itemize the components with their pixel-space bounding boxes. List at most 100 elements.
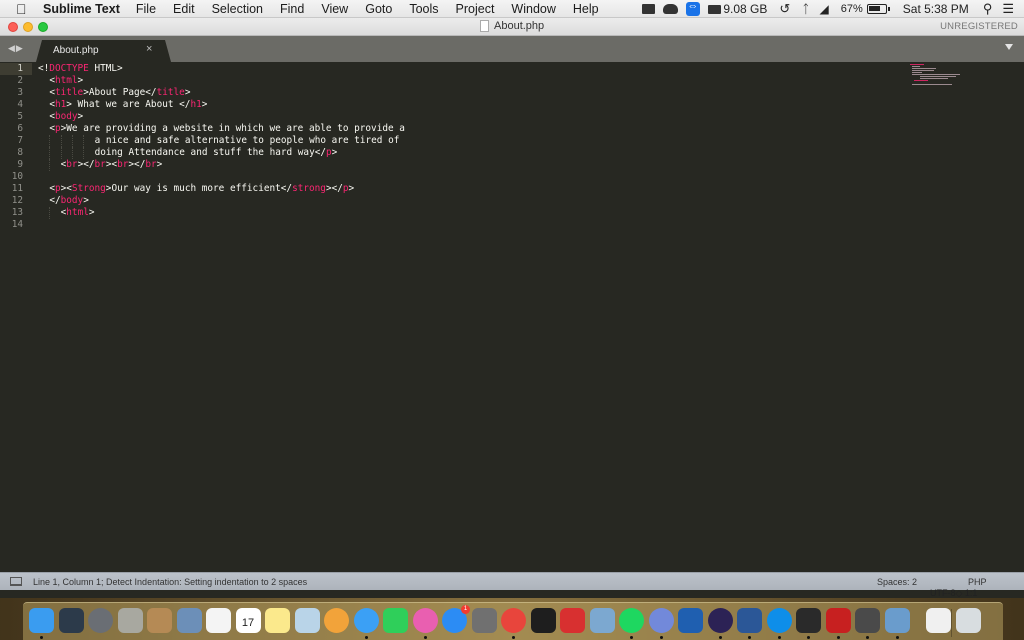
dock-facetime-icon[interactable] (383, 608, 408, 633)
dock-contacts-icon[interactable] (147, 608, 172, 633)
dock-file-transfer-icon[interactable] (589, 608, 615, 633)
indent-guide (49, 135, 51, 147)
code-line[interactable]: 3 <title>About Page</title> (0, 87, 1024, 99)
code-line[interactable]: 8 doing Attendance and stuff the hard way… (0, 147, 1024, 159)
code-line[interactable]: 6 <p>We are providing a website in which … (0, 123, 1024, 135)
dock-calendar-icon[interactable]: 17 (235, 608, 261, 633)
menu-selection[interactable]: Selection (212, 0, 263, 18)
dock-eclipse-icon[interactable] (707, 608, 733, 633)
background-window-status: UTF-8◇ 1:1 (930, 588, 978, 598)
code-text: <title>About Page</title> (49, 87, 190, 99)
dock-colorful-balls-icon[interactable] (560, 608, 585, 633)
dock-reminders-icon[interactable] (206, 608, 231, 633)
menu-find[interactable]: Find (280, 0, 304, 18)
menu-window[interactable]: Window (511, 0, 555, 18)
tab-list-dropdown-icon[interactable] (1005, 44, 1013, 50)
dock-chrome-icon[interactable] (501, 608, 526, 633)
dock-terminal-icon[interactable] (530, 608, 556, 633)
time-machine-icon[interactable]: ↺ (779, 1, 790, 17)
display-icon[interactable] (642, 4, 656, 14)
battery-status[interactable]: 67% (841, 3, 890, 15)
dock-mail-eagle-icon[interactable] (176, 608, 202, 633)
dock-sublime-text-icon[interactable] (855, 608, 880, 633)
dock-separator (951, 609, 952, 637)
minimap[interactable] (908, 64, 968, 85)
code-line[interactable]: 11 <p><Strong>Our way is much more effici… (0, 183, 1024, 195)
dock-photos-icon[interactable] (324, 608, 349, 633)
tag-name: br (145, 159, 157, 170)
dock-messages-icon[interactable] (353, 608, 379, 633)
menu-file[interactable]: File (136, 0, 156, 18)
dock-notes-icon[interactable] (265, 608, 290, 633)
code-line[interactable]: 7 a nice and safe alternative to people w… (0, 135, 1024, 147)
tab-about-php[interactable]: About.php × (36, 40, 171, 62)
bluetooth-icon[interactable]: ᛏ (802, 2, 809, 16)
clock[interactable]: Sat 5:38 PM (903, 2, 969, 16)
code-line[interactable]: 13 <html> (0, 207, 1024, 219)
dock-no-sign-app-icon[interactable] (796, 608, 821, 633)
wifi-icon[interactable]: ◢ (820, 2, 829, 16)
menu-view[interactable]: View (321, 0, 348, 18)
code-editor[interactable]: 1 <!DOCTYPE HTML> 2 <html> 3 <title>About Pag… (0, 62, 1024, 572)
apple-icon[interactable]:  (16, 0, 30, 18)
line-number: 5 (17, 111, 23, 122)
maximize-window-button[interactable] (38, 22, 48, 32)
menu-project[interactable]: Project (456, 0, 495, 18)
spotlight-search-icon[interactable]: ⚲ (983, 1, 993, 17)
dock-launchpad-icon[interactable] (88, 608, 113, 633)
notification-center-icon[interactable]: ☰ (1002, 1, 1014, 17)
dock-word-icon[interactable] (737, 608, 762, 633)
code-line[interactable]: 14 (0, 219, 1024, 231)
code-line[interactable]: 1 <!DOCTYPE HTML> (0, 63, 1024, 75)
code-line[interactable]: 10 (0, 171, 1024, 183)
menu-tools[interactable]: Tools (409, 0, 438, 18)
minimize-window-button[interactable] (23, 22, 33, 32)
dock-finder-icon[interactable] (29, 608, 54, 633)
tag-name: br (66, 159, 78, 170)
panel-toggle-icon[interactable] (10, 577, 22, 586)
line-number: 6 (17, 123, 23, 134)
dock-discord-icon[interactable] (648, 608, 674, 633)
dock-filezilla-icon[interactable] (825, 608, 851, 633)
menu-app-name[interactable]: Sublime Text (43, 0, 120, 18)
dock-preview-icon[interactable] (294, 608, 320, 633)
menu-extras: 9.08 GB ↺ ᛏ ◢ 67% Sat 5:38 PM ⚲ ☰ (634, 0, 1024, 18)
close-window-button[interactable] (8, 22, 18, 32)
dock-filezilla-window-icon[interactable] (926, 608, 951, 633)
code-text: <html> (49, 75, 83, 87)
menu-goto[interactable]: Goto (365, 0, 392, 18)
tag-name: br (117, 159, 129, 170)
menu-edit[interactable]: Edit (173, 0, 195, 18)
running-indicator (777, 636, 781, 639)
indentation-selector[interactable]: Spaces: 2 (877, 577, 917, 587)
code-line[interactable]: 2 <html> (0, 75, 1024, 87)
memory-status[interactable]: 9.08 GB (708, 2, 767, 16)
line-number: 1 (0, 63, 32, 75)
code-line[interactable]: 5 <body> (0, 111, 1024, 123)
code-token: > (77, 75, 84, 86)
code-line[interactable]: 4 <h1> What we are About </h1> (0, 99, 1024, 111)
teamviewer-icon[interactable] (686, 0, 701, 16)
dock-sketch-tool-icon[interactable] (117, 608, 143, 633)
tab-close-icon[interactable]: × (146, 43, 152, 55)
line-number: 13 (11, 207, 23, 218)
code-token: > (184, 87, 191, 98)
cloud-icon[interactable] (663, 4, 679, 14)
dock-ps4-remote-play-icon[interactable] (678, 608, 703, 633)
line-number: 12 (11, 195, 23, 206)
running-indicator (718, 636, 722, 639)
dock-mission-control-icon[interactable] (58, 608, 84, 633)
dock-quicktime-preview-icon[interactable] (884, 608, 910, 633)
dock-itunes-icon[interactable] (412, 608, 438, 633)
tab-nav-arrows[interactable]: ◀▶ (8, 43, 24, 54)
dock-app-store-icon[interactable]: 1 (442, 605, 470, 633)
code-token: doing Attendance and stuff the hard way<… (94, 147, 327, 158)
code-line[interactable]: 12 </body> (0, 195, 1024, 207)
dock-teamviewer-icon[interactable] (766, 608, 792, 633)
syntax-selector[interactable]: PHP (968, 577, 987, 587)
dock-trash-icon[interactable] (955, 608, 981, 633)
dock-system-preferences-icon[interactable] (471, 608, 497, 633)
dock-spotify-icon[interactable] (619, 608, 644, 633)
menu-help[interactable]: Help (573, 0, 599, 18)
code-line[interactable]: 9 <br></br><br></br> (0, 159, 1024, 171)
